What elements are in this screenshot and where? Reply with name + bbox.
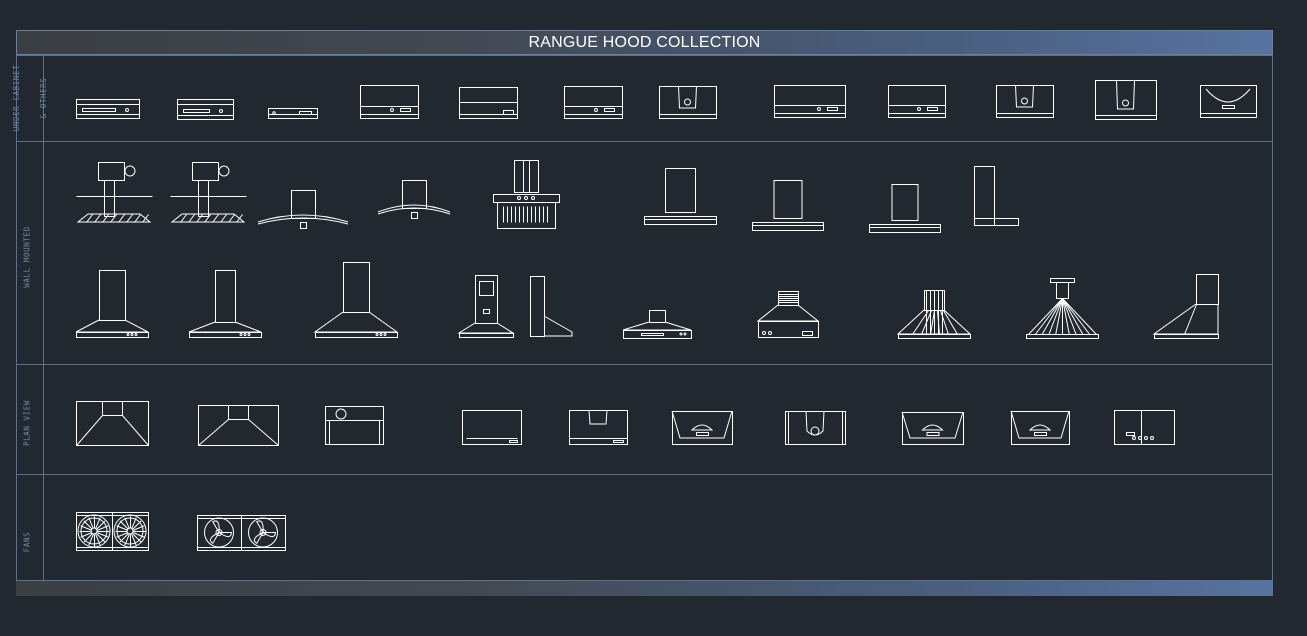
fan-rib-hood-icon <box>1026 278 1099 339</box>
hood-box-icon <box>1200 85 1257 118</box>
section-label-line: FANS <box>22 531 32 553</box>
hood-slim-icon <box>268 108 318 119</box>
section-label-plan-view: PLAN VIEW <box>5 400 50 446</box>
hood-box-icon <box>564 86 623 119</box>
pyramid-hood-icon <box>313 262 399 338</box>
low-pyramid-hood-icon <box>622 310 692 339</box>
chimney-hood-icon <box>457 275 515 338</box>
double-fan-icon <box>76 512 149 551</box>
outer-frame <box>16 55 1273 581</box>
section-label-fans: FANS <box>5 532 50 552</box>
curved-glass-hood-icon <box>377 180 451 219</box>
plan-hood-icon <box>325 406 384 445</box>
island-hood-icon <box>76 162 153 223</box>
plan-hood-icon <box>1010 410 1070 445</box>
section-label-under-cabinet: UNDER CABINET & OTHERS <box>0 65 66 132</box>
plan-hood-icon <box>671 410 733 445</box>
pyramid-hood-icon <box>75 270 149 338</box>
hood-box-icon <box>459 87 518 119</box>
section-label-wall-mounted: WALL MOUNTED <box>5 226 50 287</box>
hood-box-icon <box>360 85 419 119</box>
plan-hood-icon <box>1114 410 1175 445</box>
island-hood-icon <box>170 162 247 223</box>
t-shape-hood-icon <box>752 180 824 231</box>
side-profile-hood-icon <box>974 166 1019 226</box>
fluted-hood-icon <box>896 290 972 339</box>
hood-box-icon <box>659 85 717 119</box>
frame <box>16 55 1273 581</box>
section-label-line: & OTHERS <box>39 77 48 119</box>
section-label-line: WALL MOUNTED <box>22 226 32 288</box>
t-shape-hood-icon <box>869 184 941 233</box>
hood-box-icon <box>888 85 946 118</box>
t-shape-hood-icon <box>644 168 717 225</box>
plan-hood-icon <box>198 405 279 446</box>
hood-box-icon <box>774 85 846 118</box>
hood-box-icon <box>1095 79 1157 120</box>
hood-slim-icon <box>76 99 140 119</box>
pyramid-hood-icon <box>188 270 262 338</box>
plan-hood-icon <box>569 409 628 445</box>
low-pyramid-hood-icon <box>756 291 820 338</box>
plan-hood-icon <box>462 410 522 445</box>
angled-hood-icon <box>493 160 560 229</box>
cad-sheet: RANGUE HOOD COLLECTION UNDER CABINET & O… <box>0 0 1307 636</box>
plan-hood-icon <box>785 410 846 445</box>
wall-profile-hood-icon <box>1152 274 1219 339</box>
curved-glass-hood-icon <box>257 190 349 229</box>
plan-hood-icon <box>76 401 149 446</box>
section-label-line: PLAN VIEW <box>22 399 32 447</box>
plan-hood-icon <box>901 411 964 445</box>
double-fan-icon <box>197 515 286 551</box>
hood-box-icon <box>996 84 1054 118</box>
section-label-line: UNDER CABINET <box>12 64 21 132</box>
hood-slim-icon <box>177 99 234 120</box>
side-profile-hood-icon <box>530 276 573 337</box>
drawing-canvas <box>16 55 1273 581</box>
